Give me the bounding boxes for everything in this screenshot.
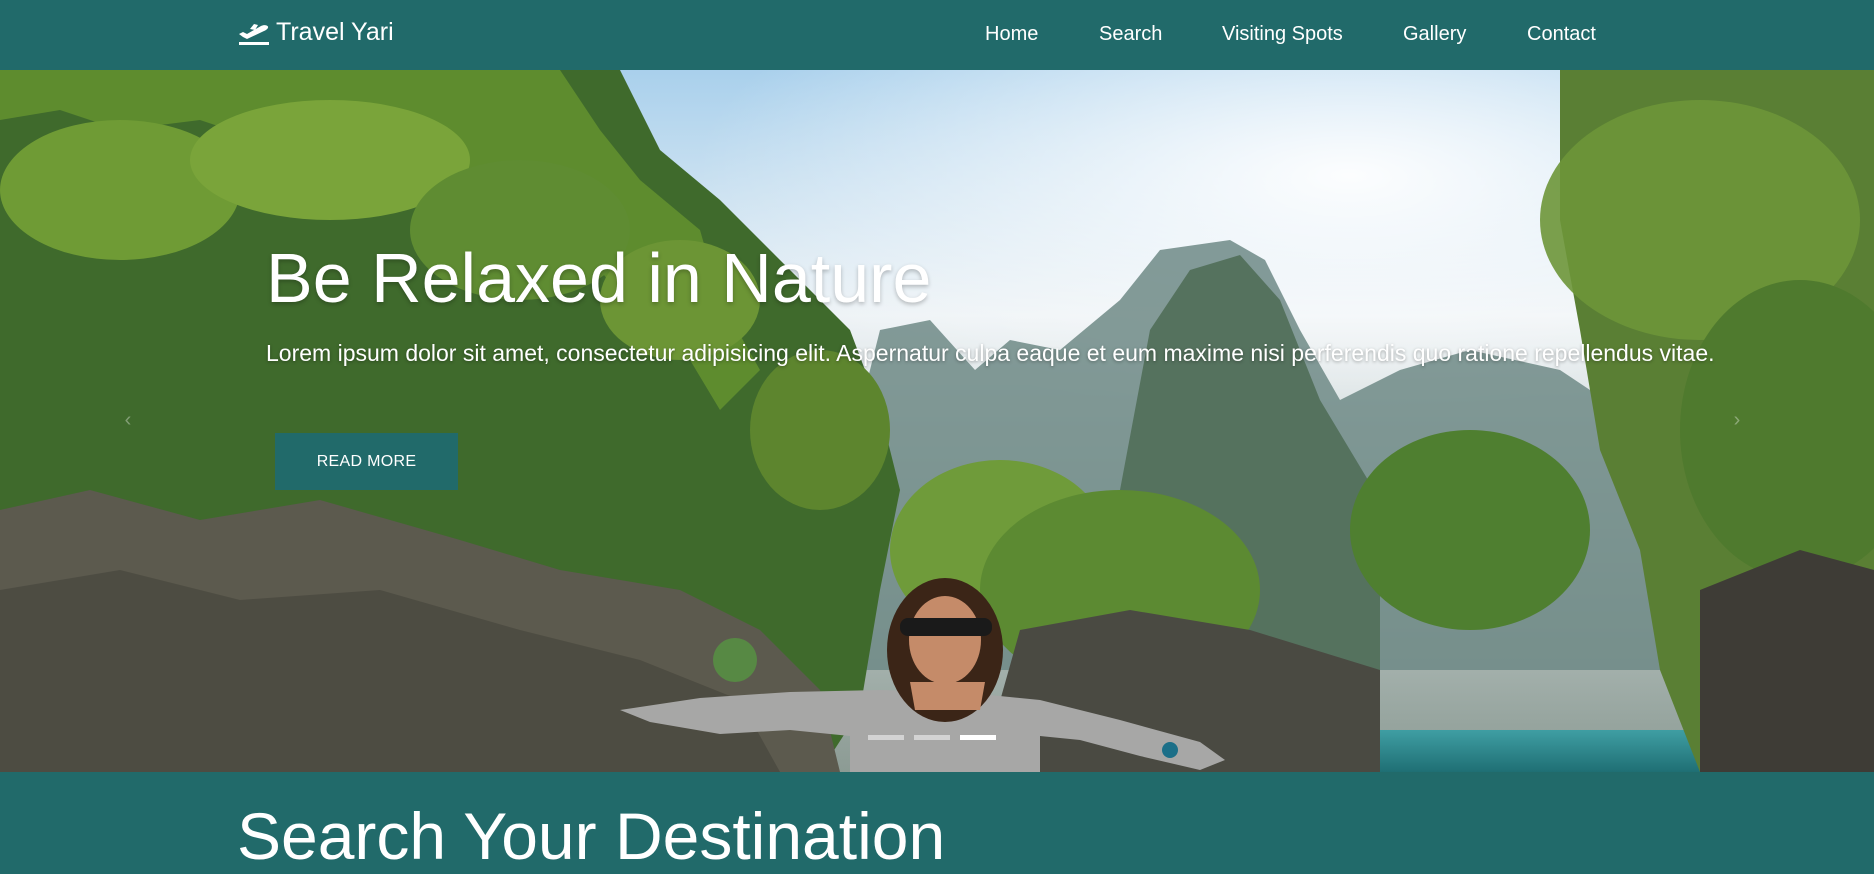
carousel-next-icon[interactable]: › [1717,400,1757,440]
search-section: Search Your Destination [0,772,1874,873]
carousel-indicator-active[interactable] [960,735,996,740]
nav-link-visiting-spots[interactable]: Visiting Spots [1222,23,1343,46]
carousel-indicator[interactable] [868,735,904,740]
carousel-indicator[interactable] [914,735,950,740]
nav-link-gallery[interactable]: Gallery [1403,23,1466,46]
nav-link-contact[interactable]: Contact [1527,23,1596,46]
navbar: Travel Yari Home Search Visiting Spots G… [0,0,1874,70]
hero-background-image [0,70,1874,772]
nav-link-home[interactable]: Home [985,23,1038,46]
hero-carousel: Be Relaxed in Nature Lorem ipsum dolor s… [0,70,1874,772]
nav-links: Home Search Visiting Spots Gallery Conta… [0,0,1874,70]
hero-title: Be Relaxed in Nature [266,239,932,317]
nav-link-search[interactable]: Search [1099,23,1162,46]
read-more-button[interactable]: READ MORE [275,433,458,490]
hero-description: Lorem ipsum dolor sit amet, consectetur … [266,340,1715,366]
carousel-prev-icon[interactable]: ‹ [108,400,148,440]
search-section-title: Search Your Destination [237,799,946,873]
